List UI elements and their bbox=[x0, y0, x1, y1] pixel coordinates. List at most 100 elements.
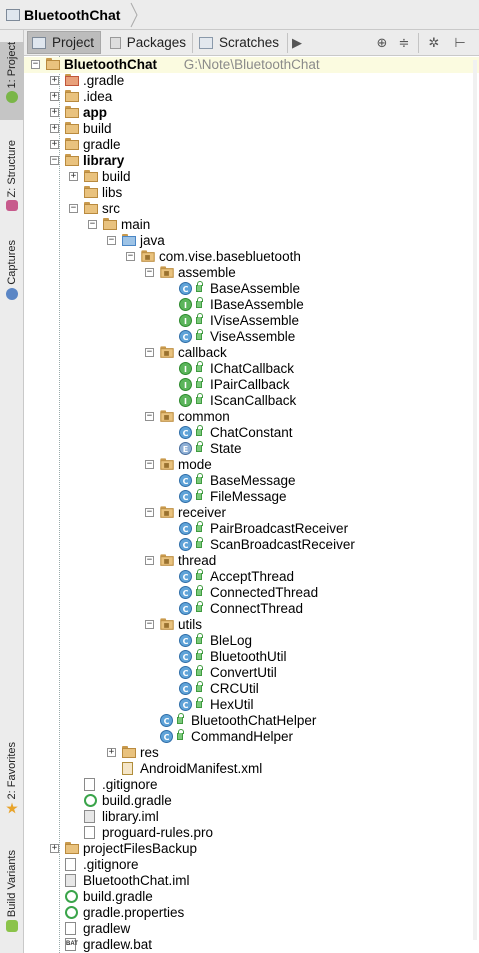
tree-row[interactable]: + res bbox=[24, 745, 479, 761]
expand-toggle-icon[interactable]: + bbox=[50, 76, 59, 85]
tree-row[interactable]: gradlew bbox=[24, 921, 479, 937]
scrollbar[interactable] bbox=[473, 60, 477, 940]
expand-toggle-icon[interactable]: + bbox=[50, 140, 59, 149]
package-icon bbox=[160, 458, 174, 470]
tab-packages[interactable]: Packages bbox=[106, 31, 190, 54]
tree-row[interactable]: − receiver bbox=[24, 505, 479, 521]
tree-row[interactable]: AndroidManifest.xml bbox=[24, 761, 479, 777]
hide-panel-icon[interactable]: ⊢ bbox=[452, 35, 468, 51]
expand-toggle-icon[interactable]: + bbox=[50, 92, 59, 101]
tree-row[interactable]: C PairBroadcastReceiver bbox=[24, 521, 479, 537]
tree-row[interactable]: + app bbox=[24, 105, 479, 121]
package-icon bbox=[160, 554, 174, 566]
folder-icon bbox=[65, 90, 79, 103]
tab-project[interactable]: Project bbox=[27, 31, 101, 54]
tree-row[interactable]: C BaseMessage bbox=[24, 473, 479, 489]
tree-row[interactable]: C AcceptThread bbox=[24, 569, 479, 585]
tree-row[interactable]: − mode bbox=[24, 457, 479, 473]
sidebar-tab-favorites[interactable]: 2: Favorites bbox=[0, 742, 24, 820]
tree-row[interactable]: proguard-rules.pro bbox=[24, 825, 479, 841]
collapse-toggle-icon[interactable]: − bbox=[50, 156, 59, 165]
collapse-toggle-icon[interactable]: − bbox=[107, 236, 116, 245]
tree-row[interactable]: BAT gradlew.bat bbox=[24, 937, 479, 953]
tree-row[interactable]: C HexUtil bbox=[24, 697, 479, 713]
tree-row[interactable]: − java bbox=[24, 233, 479, 249]
collapse-toggle-icon[interactable]: − bbox=[145, 460, 154, 469]
tree-row[interactable]: build.gradle bbox=[24, 889, 479, 905]
tree-row[interactable]: C ConvertUtil bbox=[24, 665, 479, 681]
tree-row[interactable]: + .gradle bbox=[24, 73, 479, 89]
tree-row[interactable]: + build bbox=[24, 121, 479, 137]
tree-row[interactable]: C BluetoothChatHelper bbox=[24, 713, 479, 729]
collapse-toggle-icon[interactable]: − bbox=[145, 556, 154, 565]
collapse-toggle-icon[interactable]: − bbox=[145, 620, 154, 629]
tab-scratches[interactable]: Scratches bbox=[195, 31, 285, 54]
tree-row[interactable]: − thread bbox=[24, 553, 479, 569]
tree-row[interactable]: − library bbox=[24, 153, 479, 169]
tree-row[interactable]: .gitignore bbox=[24, 777, 479, 793]
collapse-toggle-icon[interactable]: − bbox=[145, 508, 154, 517]
tree-row[interactable]: E State bbox=[24, 441, 479, 457]
tree-row[interactable]: + .idea bbox=[24, 89, 479, 105]
tree-row[interactable]: libs bbox=[24, 185, 479, 201]
tree-row[interactable]: C ViseAssemble bbox=[24, 329, 479, 345]
tree-row[interactable]: C ChatConstant bbox=[24, 425, 479, 441]
tree-row[interactable]: + gradle bbox=[24, 137, 479, 153]
tree-row[interactable]: library.iml bbox=[24, 809, 479, 825]
tree-row[interactable]: − utils bbox=[24, 617, 479, 633]
sidebar-tab-project[interactable]: 1: Project bbox=[0, 42, 24, 120]
tree-row[interactable]: − com.vise.basebluetooth bbox=[24, 249, 479, 265]
sidebar-tab-build-variants[interactable]: Build Variants bbox=[0, 850, 24, 942]
tree-row[interactable]: + build bbox=[24, 169, 479, 185]
breadcrumb-project[interactable]: BluetoothChat bbox=[6, 5, 120, 25]
expand-toggle-icon[interactable]: + bbox=[50, 124, 59, 133]
collapse-toggle-icon[interactable]: − bbox=[88, 220, 97, 229]
tree-row[interactable]: I IViseAssemble bbox=[24, 313, 479, 329]
tree-row[interactable]: I IChatCallback bbox=[24, 361, 479, 377]
tree-row[interactable]: − common bbox=[24, 409, 479, 425]
tree-row[interactable]: BluetoothChat.iml bbox=[24, 873, 479, 889]
collapse-toggle-icon[interactable]: − bbox=[145, 348, 154, 357]
tree-row[interactable]: C BluetoothUtil bbox=[24, 649, 479, 665]
collapse-toggle-icon[interactable]: − bbox=[31, 60, 40, 69]
collapse-toggle-icon[interactable]: − bbox=[126, 252, 135, 261]
expand-toggle-icon[interactable]: + bbox=[50, 844, 59, 853]
collapse-toggle-icon[interactable]: − bbox=[145, 412, 154, 421]
sidebar-tab-structure[interactable]: Z: Structure bbox=[0, 140, 24, 214]
tree-row[interactable]: C ScanBroadcastReceiver bbox=[24, 537, 479, 553]
tree-row[interactable]: − main bbox=[24, 217, 479, 233]
tree-row[interactable]: I IPairCallback bbox=[24, 377, 479, 393]
expand-toggle-icon[interactable]: + bbox=[107, 748, 116, 757]
tab-scratches-label: Scratches bbox=[219, 35, 280, 50]
tree-row[interactable]: − callback bbox=[24, 345, 479, 361]
tree-row[interactable]: C CRCUtil bbox=[24, 681, 479, 697]
more-tabs-icon[interactable]: ▶ bbox=[289, 35, 305, 51]
tree-node-label: common bbox=[178, 409, 230, 424]
gear-icon[interactable]: ✲ bbox=[426, 35, 442, 51]
tree-row[interactable]: − assemble bbox=[24, 265, 479, 281]
tree-row[interactable]: .gitignore bbox=[24, 857, 479, 873]
expand-toggle-icon[interactable]: + bbox=[50, 108, 59, 117]
tree-row[interactable]: C BaseAssemble bbox=[24, 281, 479, 297]
tree-row[interactable]: + projectFilesBackup bbox=[24, 841, 479, 857]
collapse-all-icon[interactable]: ≑ bbox=[396, 35, 412, 51]
project-tree[interactable]: − BluetoothChat G:\Note\BluetoothChat + .gra… bbox=[24, 56, 479, 953]
tree-row[interactable]: C CommandHelper bbox=[24, 729, 479, 745]
tree-row[interactable]: C ConnectedThread bbox=[24, 585, 479, 601]
tree-row[interactable]: C BleLog bbox=[24, 633, 479, 649]
text-file-icon bbox=[65, 922, 76, 935]
tree-row[interactable]: I IScanCallback bbox=[24, 393, 479, 409]
tree-row[interactable]: C FileMessage bbox=[24, 489, 479, 505]
expand-toggle-icon[interactable]: + bbox=[69, 172, 78, 181]
tree-row[interactable]: gradle.properties bbox=[24, 905, 479, 921]
tree-row[interactable]: − BluetoothChat G:\Note\BluetoothChat bbox=[24, 57, 479, 73]
tree-row[interactable]: − src bbox=[24, 201, 479, 217]
collapse-toggle-icon[interactable]: − bbox=[69, 204, 78, 213]
public-lock-icon bbox=[196, 681, 203, 692]
collapse-toggle-icon[interactable]: − bbox=[145, 268, 154, 277]
tree-row[interactable]: build.gradle bbox=[24, 793, 479, 809]
tree-row[interactable]: I IBaseAssemble bbox=[24, 297, 479, 313]
tree-row[interactable]: C ConnectThread bbox=[24, 601, 479, 617]
sidebar-tab-captures[interactable]: Captures bbox=[0, 240, 24, 308]
autoscroll-from-source-icon[interactable]: ⊕ bbox=[374, 35, 390, 51]
